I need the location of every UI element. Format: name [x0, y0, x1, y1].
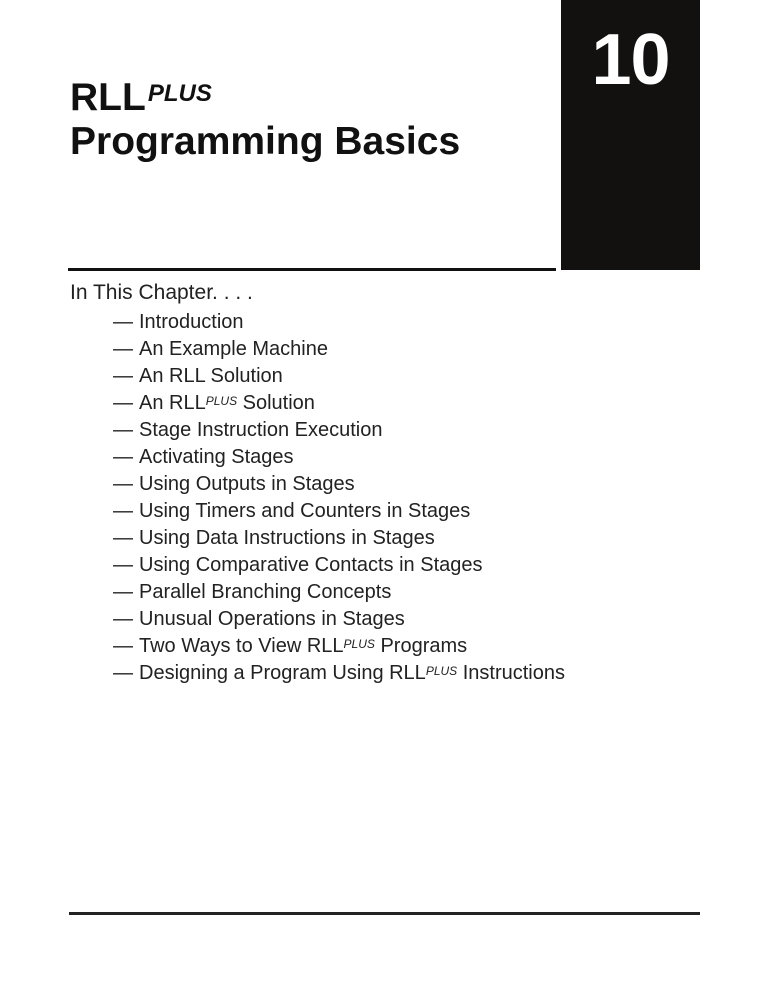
chapter-tab: 10	[561, 0, 700, 270]
chapter-contents-list: — Introduction — An Example Machine — An RLL …	[113, 309, 565, 687]
em-dash-bullet: —	[113, 392, 133, 414]
em-dash-bullet: —	[113, 662, 133, 684]
em-dash-bullet: —	[113, 608, 133, 630]
contents-item: — Designing a Program Using RLLPLUS Instr…	[113, 660, 565, 687]
contents-item: — Activating Stages	[113, 444, 565, 471]
bottom-divider	[69, 912, 700, 915]
item-text: Stage Instruction Execution	[139, 419, 383, 441]
chapter-number: 10	[591, 20, 670, 100]
item-text: Introduction	[139, 311, 244, 333]
em-dash-bullet: —	[113, 419, 133, 441]
em-dash-bullet: —	[113, 311, 133, 333]
contents-item: — An RLLPLUS Solution	[113, 390, 565, 417]
item-text: Using Data Instructions in Stages	[139, 527, 435, 549]
contents-item: — An RLL Solution	[113, 363, 565, 390]
item-text: Using Comparative Contacts in Stages	[139, 554, 483, 576]
in-this-chapter-heading: In This Chapter. . . .	[70, 281, 253, 304]
em-dash-bullet: —	[113, 635, 133, 657]
plus-superscript: PLUS	[205, 394, 238, 408]
contents-item: — Introduction	[113, 309, 565, 336]
title-line-2: Programming Basics	[70, 120, 461, 163]
chapter-title: RLLPLUS Programming Basics	[70, 76, 460, 164]
contents-item: — An Example Machine	[113, 336, 565, 363]
item-text: Designing a Program Using RLL	[139, 662, 426, 684]
plus-superscript: PLUS	[425, 664, 458, 678]
item-text: Two Ways to View RLL	[139, 635, 344, 657]
contents-item: — Two Ways to View RLLPLUS Programs	[113, 633, 565, 660]
title-line-1: RLLPLUS	[70, 76, 460, 120]
contents-item: — Stage Instruction Execution	[113, 417, 565, 444]
em-dash-bullet: —	[113, 338, 133, 360]
title-rll: RLL	[70, 76, 146, 119]
em-dash-bullet: —	[113, 446, 133, 468]
em-dash-bullet: —	[113, 500, 133, 522]
em-dash-bullet: —	[113, 527, 133, 549]
item-text: Activating Stages	[139, 446, 294, 468]
item-text: Using Timers and Counters in Stages	[139, 500, 471, 522]
em-dash-bullet: —	[113, 581, 133, 603]
contents-item: — Unusual Operations in Stages	[113, 606, 565, 633]
item-text: Using Outputs in Stages	[139, 473, 355, 495]
item-text-suffix: Programs	[374, 635, 468, 657]
contents-item: — Using Timers and Counters in Stages	[113, 498, 565, 525]
em-dash-bullet: —	[113, 365, 133, 387]
contents-item: — Using Comparative Contacts in Stages	[113, 552, 565, 579]
plus-superscript: PLUS	[343, 637, 375, 651]
contents-item: — Parallel Branching Concepts	[113, 579, 565, 606]
item-text: An Example Machine	[139, 338, 328, 360]
contents-item: — Using Data Instructions in Stages	[113, 525, 565, 552]
item-text: An RLL Solution	[139, 365, 283, 387]
item-text: Parallel Branching Concepts	[139, 581, 392, 603]
top-divider	[68, 268, 556, 271]
item-text: Unusual Operations in Stages	[139, 608, 405, 630]
em-dash-bullet: —	[113, 473, 133, 495]
title-plus-superscript: PLUS	[147, 80, 212, 107]
item-text-suffix: Solution	[237, 392, 315, 414]
contents-item: — Using Outputs in Stages	[113, 471, 565, 498]
em-dash-bullet: —	[113, 554, 133, 576]
item-text-suffix: Instructions	[457, 662, 565, 684]
item-text: An RLL	[139, 392, 206, 414]
